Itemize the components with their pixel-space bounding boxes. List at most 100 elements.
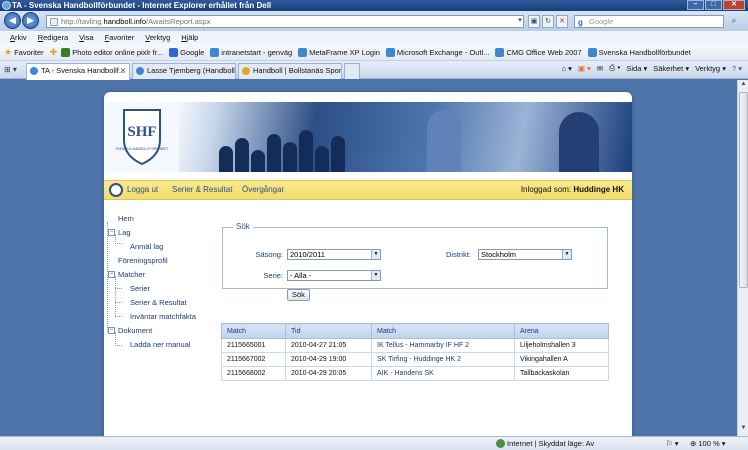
home-icon[interactable]: ⌂ ▾ bbox=[562, 64, 572, 73]
forward-button[interactable]: ▶ bbox=[22, 12, 39, 29]
sidebar-item-foreningsprofil[interactable]: Föreningsprofil bbox=[118, 256, 168, 265]
menu-hjalp[interactable]: Hjälp bbox=[181, 33, 198, 42]
page-scrollbar[interactable]: ▲ ▼ bbox=[737, 80, 748, 436]
season-value: 2010/2011 bbox=[290, 250, 325, 259]
page-menu[interactable]: Sida ▾ bbox=[626, 64, 647, 73]
logout-link[interactable]: Logga ut bbox=[127, 181, 158, 199]
match-arena: Tallbackaskolan bbox=[514, 366, 609, 381]
match-teams-link[interactable]: AIK - Handens SK bbox=[371, 366, 515, 381]
menu-visa[interactable]: Visa bbox=[79, 33, 93, 42]
maximize-button[interactable]: □ bbox=[705, 0, 722, 10]
sidebar-item-hem[interactable]: Hem bbox=[118, 214, 134, 223]
quick-tabs-icon[interactable]: ⊞ ▾ bbox=[4, 65, 17, 74]
table-row[interactable]: 2115665001 2010-04-27 21:05 IK Tellus - … bbox=[221, 338, 609, 353]
season-select[interactable]: 2010/2011 ▼ bbox=[287, 249, 381, 260]
tools-menu[interactable]: Verktyg ▾ bbox=[695, 64, 726, 73]
sidebar-item-serier[interactable]: Serier bbox=[130, 284, 150, 293]
close-window-button[interactable]: ✕ bbox=[723, 0, 745, 10]
series-select[interactable]: - Alla - ▼ bbox=[287, 270, 381, 281]
column-header[interactable]: Tid bbox=[285, 323, 372, 339]
ie-icon bbox=[2, 1, 11, 10]
feeds-icon[interactable]: ▣ ▾ bbox=[578, 64, 591, 73]
banner-artwork bbox=[179, 102, 632, 172]
favorite-item[interactable]: Google bbox=[169, 47, 204, 57]
logo-caption: SVENSKA HANDBOLLFÖRBUNDET bbox=[116, 147, 169, 151]
favorite-item[interactable]: Microsoft Exchange - Outl... bbox=[385, 47, 489, 57]
favorite-label: intranetstart - genväg bbox=[221, 47, 293, 57]
table-row[interactable]: 2115668002 2010-04-29 20:05 AIK - Handen… bbox=[221, 366, 609, 381]
transfers-link[interactable]: Övergångar bbox=[242, 181, 284, 199]
sidebar-item-label: Ladda ner manual bbox=[130, 340, 191, 349]
favorite-item[interactable]: Photo editor online pixlr fr... bbox=[61, 47, 163, 57]
favorite-item[interactable]: Svenska Handbollförbundet bbox=[587, 47, 691, 57]
tab-ta-svenska[interactable]: TA - Svenska Handbollf... ✕ bbox=[26, 63, 130, 80]
address-input[interactable]: http://tavling.handboll.info/AwaitsRepor… bbox=[46, 15, 524, 28]
sidebar-item-serier-resultat[interactable]: Serier & Resultat bbox=[130, 298, 187, 307]
search-icon[interactable]: ⌕ bbox=[727, 15, 741, 28]
menu-arkiv[interactable]: Arkiv bbox=[10, 33, 27, 42]
sidebar-item-dokument[interactable]: − Dokument bbox=[108, 326, 152, 335]
zoom-control[interactable]: ⊕ 100 % ▾ bbox=[690, 437, 726, 450]
column-header[interactable]: Match bbox=[371, 323, 515, 339]
series-value: - Alla - bbox=[290, 271, 312, 280]
logo-letters: SHF bbox=[127, 124, 156, 140]
safety-menu[interactable]: Säkerhet ▾ bbox=[653, 64, 689, 73]
pencil-icon bbox=[61, 47, 71, 57]
table-row[interactable]: 2115667002 2010-04-29 19:00 SK Tirfing -… bbox=[221, 352, 609, 367]
collapse-icon[interactable]: − bbox=[108, 229, 115, 236]
favorite-item[interactable]: MetaFrame XP Login bbox=[298, 47, 380, 57]
sidebar-item-invantar-matchfakta[interactable]: Inväntar matchfakta bbox=[130, 312, 196, 321]
district-select[interactable]: Stockholm ▼ bbox=[478, 249, 572, 260]
search-legend: Sök bbox=[233, 222, 253, 231]
tab-lasse-tjemberg[interactable]: Lasse Tjemberg (Handboll... bbox=[132, 63, 236, 79]
favorites-button[interactable]: ★ Favoriter bbox=[4, 47, 44, 58]
collapse-icon[interactable]: − bbox=[108, 327, 115, 334]
sidebar-item-lag[interactable]: − Lag bbox=[108, 228, 131, 237]
back-button[interactable]: ◀ bbox=[4, 12, 21, 29]
crowd-silhouette bbox=[315, 146, 329, 172]
stop-icon[interactable]: ✕ bbox=[556, 15, 568, 28]
match-teams-link[interactable]: SK Tirfing - Huddinge HK 2 bbox=[371, 352, 515, 367]
minimize-button[interactable]: – bbox=[687, 0, 704, 10]
sidebar-item-ladda-ner-manual[interactable]: Ladda ner manual bbox=[130, 340, 190, 349]
column-header[interactable]: Arena bbox=[514, 323, 609, 339]
tab-label: TA - Svenska Handbollf... bbox=[41, 66, 126, 75]
favorite-item[interactable]: CMG Office Web 2007 bbox=[495, 47, 582, 57]
address-dropdown-icon[interactable]: ▾ bbox=[514, 15, 526, 28]
menu-redigera[interactable]: Redigera bbox=[38, 33, 68, 42]
match-teams-link[interactable]: IK Tellus - Hammarby IF HF 2 bbox=[371, 338, 515, 353]
protected-mode-icon[interactable]: ⚐ ▾ bbox=[666, 437, 679, 450]
match-time: 2010-04-27 21:05 bbox=[285, 338, 372, 353]
series-results-link[interactable]: Serier & Resultat bbox=[172, 181, 232, 199]
print-icon[interactable]: ⎙ ▾ bbox=[609, 63, 620, 73]
collapse-icon[interactable]: − bbox=[108, 271, 115, 278]
security-zone[interactable]: Internet | Skyddat läge: Av bbox=[496, 437, 594, 450]
scroll-up-icon[interactable]: ▲ bbox=[739, 81, 748, 91]
logged-in-status: Inloggad som: Huddinge HK bbox=[521, 181, 624, 199]
help-icon[interactable]: ? ▾ bbox=[732, 64, 742, 73]
crowd-silhouette bbox=[283, 142, 297, 172]
menu-verktyg[interactable]: Verktyg bbox=[145, 33, 170, 42]
sidebar-item-anmal-lag[interactable]: Anmäl lag bbox=[130, 242, 163, 251]
match-arena: Vikingahallen A bbox=[514, 352, 609, 367]
column-header[interactable]: Match bbox=[221, 323, 286, 339]
user-navbar: Logga ut Serier & Resultat Övergångar In… bbox=[104, 180, 632, 200]
add-favorite-icon[interactable]: ✚ bbox=[50, 47, 58, 58]
search-button[interactable]: Sök bbox=[287, 289, 310, 301]
match-number: 2115667002 bbox=[221, 352, 286, 367]
mail-icon[interactable]: ✉ bbox=[597, 64, 603, 73]
refresh-icon[interactable]: ↻ bbox=[542, 15, 554, 28]
sidebar-item-matcher[interactable]: − Matcher bbox=[108, 270, 145, 279]
match-number: 2115668002 bbox=[221, 366, 286, 381]
new-tab-button[interactable] bbox=[344, 63, 360, 79]
scroll-down-icon[interactable]: ▼ bbox=[739, 425, 748, 435]
favorite-item[interactable]: intranetstart - genväg bbox=[210, 47, 293, 57]
search-input[interactable]: g Google bbox=[574, 15, 724, 28]
compat-view-icon[interactable]: ▣ bbox=[528, 15, 540, 28]
player-silhouette bbox=[427, 110, 461, 172]
close-tab-icon[interactable]: ✕ bbox=[120, 64, 126, 78]
scroll-thumb[interactable] bbox=[739, 92, 748, 288]
tab-handboll-bollstanas[interactable]: Handboll | Bollstanäs Spor... bbox=[238, 63, 342, 79]
menu-favoriter[interactable]: Favoriter bbox=[105, 33, 135, 42]
home-icon[interactable] bbox=[109, 183, 123, 197]
